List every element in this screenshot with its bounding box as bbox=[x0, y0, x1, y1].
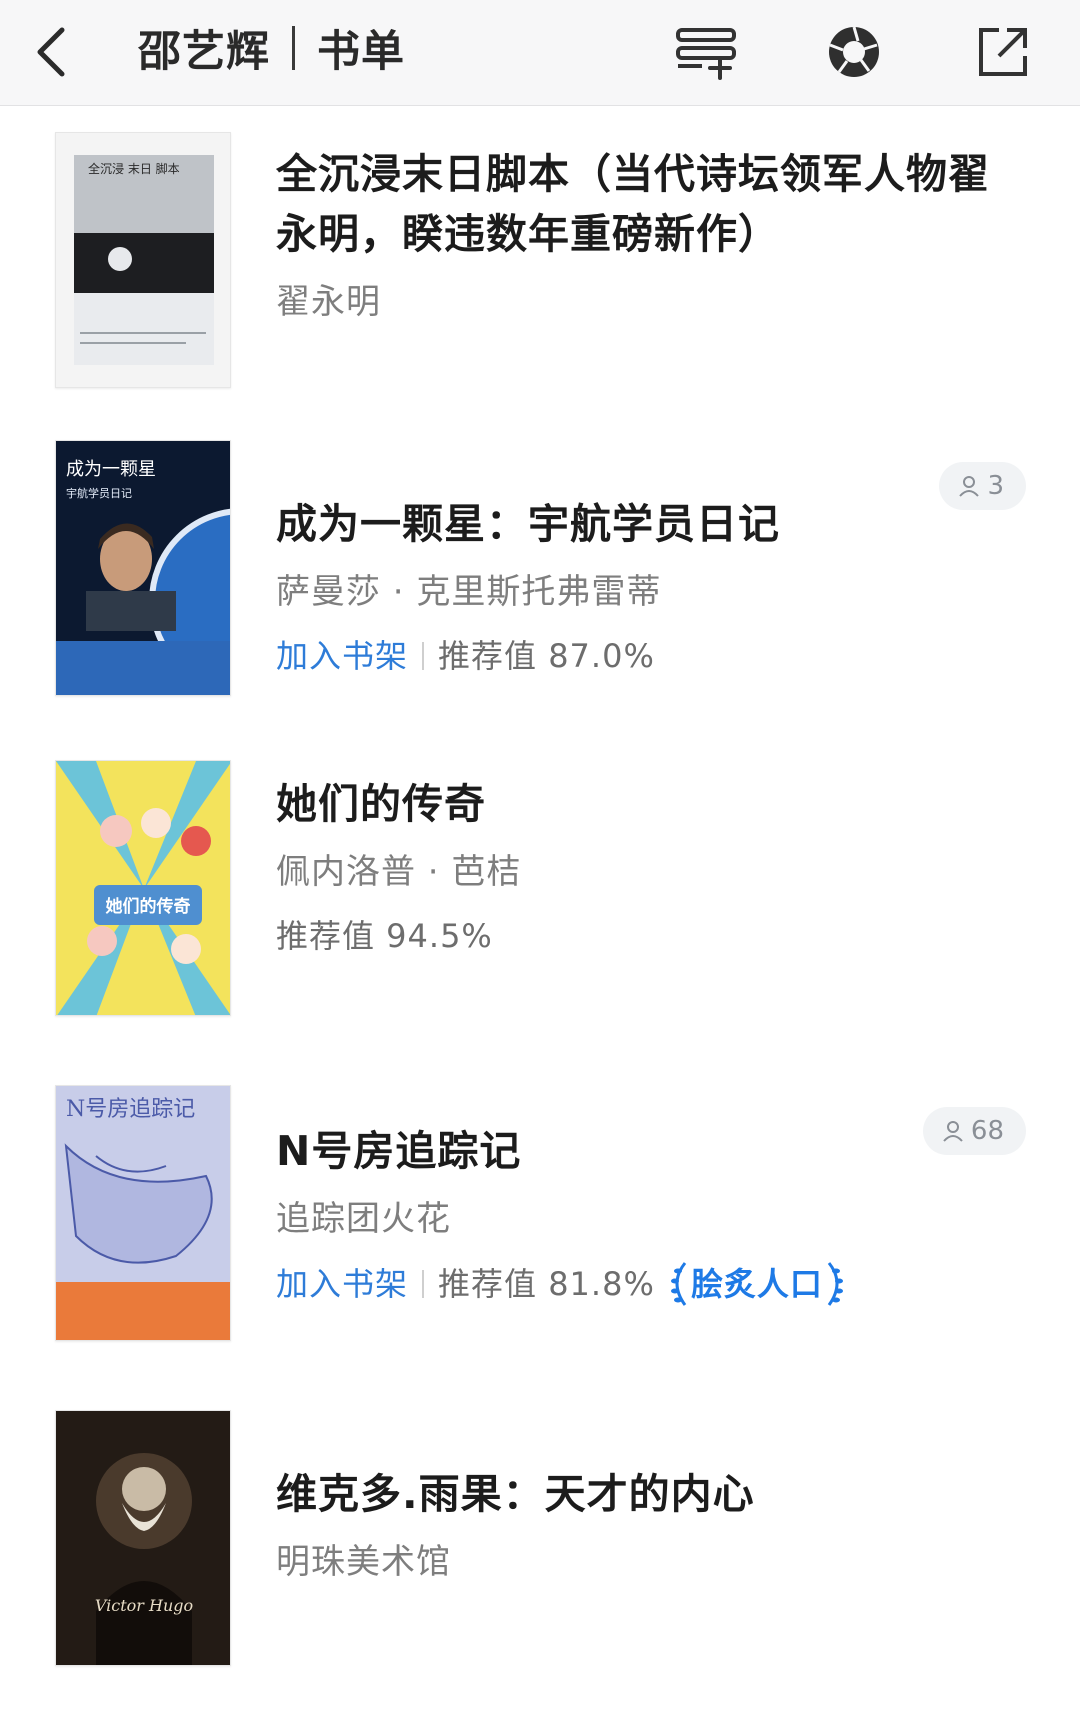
cover-subtitle: 宇航学员日记 bbox=[66, 486, 132, 500]
cover-art: Victor Hugo bbox=[56, 1411, 230, 1665]
share-icon bbox=[979, 28, 1027, 76]
cover-title: N号房追踪记 bbox=[66, 1097, 195, 1122]
book-author: 翟永明 bbox=[276, 282, 381, 322]
book-meta: 加入书架 推荐值 81.8% 脍炙人口 bbox=[276, 1259, 1020, 1309]
back-button[interactable] bbox=[14, 14, 90, 90]
award-badge: 脍炙人口 bbox=[665, 1259, 849, 1309]
share-button[interactable] bbox=[965, 14, 1041, 90]
book-item[interactable]: 成为一颗星 宇航学员日记 3 成为一颗星：宇航学员日记 萨曼莎 · 克里斯托弗雷… bbox=[0, 440, 1080, 710]
meta-divider bbox=[422, 1270, 425, 1298]
add-list-icon bbox=[676, 28, 736, 80]
top-bar: 邵艺辉 书单 bbox=[0, 0, 1080, 106]
rating-text: 推荐值 81.8% bbox=[438, 1265, 655, 1303]
aperture-icon bbox=[829, 26, 879, 77]
add-to-shelf-button[interactable]: 加入书架 bbox=[276, 1260, 408, 1308]
cover-art: 她们的传奇 bbox=[56, 761, 230, 1015]
book-item[interactable]: 她们的传奇 她们的传奇 佩内洛普 · 芭桔 推荐值 94.5% bbox=[0, 760, 1080, 1030]
back-icon bbox=[37, 27, 65, 77]
book-title[interactable]: 成为一颗星：宇航学员日记 bbox=[276, 494, 1020, 554]
add-to-shelf-button[interactable]: 加入书架 bbox=[276, 632, 408, 680]
book-info: 她们的传奇 佩内洛普 · 芭桔 推荐值 94.5% bbox=[276, 774, 1020, 960]
book-author: 佩内洛普 · 芭桔 bbox=[276, 852, 522, 892]
title-separator bbox=[292, 26, 295, 70]
book-author: 明珠美术馆 bbox=[276, 1542, 451, 1582]
book-info: 成为一颗星：宇航学员日记 萨曼莎 · 克里斯托弗雷蒂 加入书架 推荐值 87.0… bbox=[276, 494, 1020, 680]
book-cover[interactable]: N号房追踪记 bbox=[55, 1085, 231, 1341]
book-cover[interactable]: 成为一颗星 宇航学员日记 bbox=[55, 440, 231, 696]
meta-divider bbox=[422, 642, 425, 670]
rating-text: 推荐值 87.0% bbox=[438, 637, 655, 675]
book-item[interactable]: 全沉浸 末日 脚本 全沉浸末日脚本（当代诗坛领军人物翟永明，睽违数年重磅新作） … bbox=[0, 130, 1080, 400]
cover-art: 全沉浸 末日 脚本 bbox=[56, 133, 230, 387]
book-cover[interactable]: 全沉浸 末日 脚本 bbox=[55, 132, 231, 388]
book-cover[interactable]: Victor Hugo bbox=[55, 1410, 231, 1666]
book-info: N号房追踪记 追踪团火花 加入书架 推荐值 81.8% 脍炙人口 bbox=[276, 1121, 1020, 1309]
add-to-list-button[interactable] bbox=[668, 14, 744, 90]
book-title[interactable]: 她们的传奇 bbox=[276, 774, 1020, 834]
book-info: 维克多.雨果：天才的内心 明珠美术馆 bbox=[276, 1464, 1020, 1586]
book-cover[interactable]: 她们的传奇 bbox=[55, 760, 231, 1016]
cover-title: 全沉浸 末日 脚本 bbox=[88, 161, 180, 176]
title-name: 邵艺辉 bbox=[138, 27, 270, 77]
book-meta: 推荐值 94.5% bbox=[276, 912, 1020, 960]
book-author: 萨曼莎 · 克里斯托弗雷蒂 bbox=[276, 572, 662, 612]
book-meta: 加入书架 推荐值 87.0% bbox=[276, 632, 1020, 680]
cover-title: 她们的传奇 bbox=[106, 896, 191, 917]
book-author: 追踪团火花 bbox=[276, 1199, 451, 1239]
cover-title: 成为一颗星 bbox=[66, 459, 156, 480]
title-section: 书单 bbox=[317, 27, 405, 77]
book-info: 全沉浸末日脚本（当代诗坛领军人物翟永明，睽违数年重磅新作） 翟永明 bbox=[276, 144, 1020, 326]
book-item[interactable]: Victor Hugo 维克多.雨果：天才的内心 明珠美术馆 bbox=[0, 1410, 1080, 1680]
aperture-button[interactable] bbox=[816, 14, 892, 90]
book-title[interactable]: 维克多.雨果：天才的内心 bbox=[276, 1464, 1020, 1524]
laurel-left-icon bbox=[670, 1262, 687, 1306]
cover-art: N号房追踪记 bbox=[56, 1086, 230, 1340]
cover-title: Victor Hugo bbox=[95, 1596, 193, 1615]
book-item[interactable]: N号房追踪记 68 N号房追踪记 追踪团火花 加入书架 推荐值 81.8% 脍炙… bbox=[0, 1085, 1080, 1355]
cover-art: 成为一颗星 宇航学员日记 bbox=[56, 441, 230, 695]
book-title[interactable]: 全沉浸末日脚本（当代诗坛领军人物翟永明，睽违数年重磅新作） bbox=[276, 144, 1020, 264]
award-label: 脍炙人口 bbox=[690, 1265, 823, 1303]
page-title: 邵艺辉 书单 bbox=[138, 20, 405, 77]
rating-text: 推荐值 94.5% bbox=[276, 917, 493, 955]
laurel-right-icon bbox=[827, 1262, 843, 1306]
book-title[interactable]: N号房追踪记 bbox=[276, 1121, 1020, 1181]
